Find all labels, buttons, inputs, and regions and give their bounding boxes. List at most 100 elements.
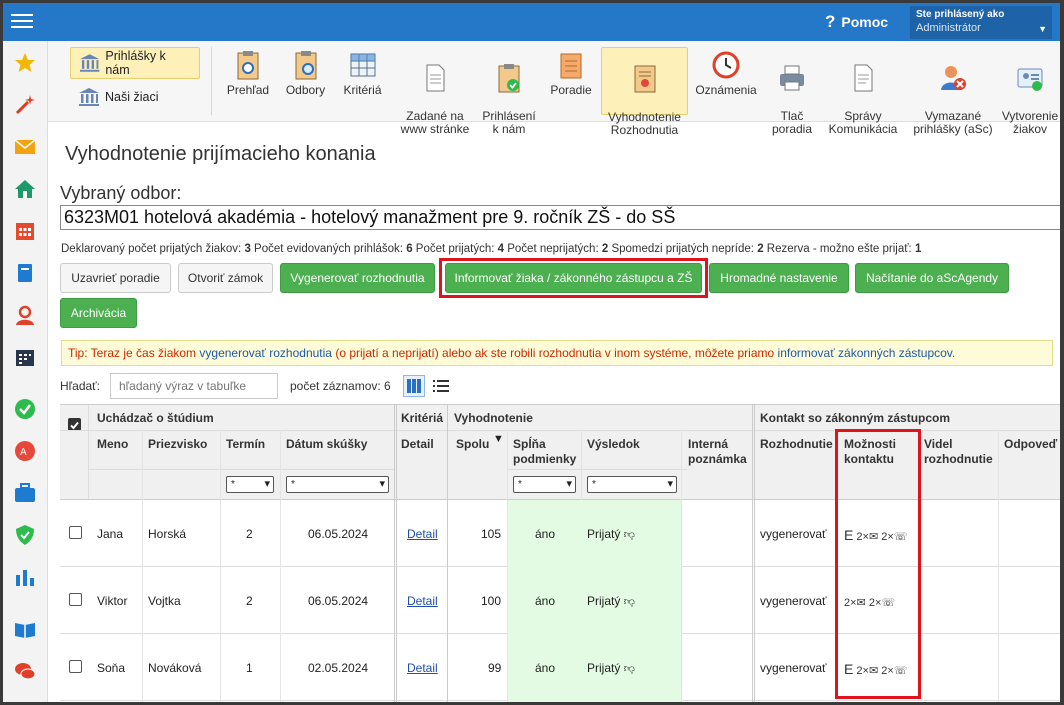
magic-wand-icon[interactable] [13, 93, 37, 117]
group-kriteria: Kritériá [401, 411, 444, 425]
columns-view-icon[interactable] [403, 375, 425, 397]
toolbar-oznamenia[interactable]: Oznámenia [692, 47, 760, 115]
envelope-icon: ✉ [868, 531, 879, 543]
mail-icon[interactable] [13, 135, 37, 159]
toolbar-prihlaseni-k-nam[interactable]: Prihlásení k nám [476, 47, 542, 136]
vygenerovat-rozhodnutia-button[interactable]: Vygenerovať rozhodnutia [280, 263, 435, 293]
sort-down-icon: ▼ [493, 433, 504, 445]
col-vysledok[interactable]: Výsledok [587, 437, 640, 451]
menu-icon[interactable] [11, 10, 33, 32]
phone-icon: ☏ [881, 597, 896, 609]
check-badge-icon[interactable] [13, 397, 37, 421]
clipboard-search-icon [295, 51, 316, 80]
results-table: Uchádzač o štúdium Kritériá Vyhodnotenie… [60, 404, 1060, 705]
email-e-icon: E [844, 527, 854, 543]
col-splna[interactable]: Spĺňa podmienky [513, 437, 576, 467]
letter-icon [854, 64, 873, 92]
toolbar-zadane-na-www[interactable]: Zadané na www stránke [395, 47, 475, 136]
nacitanie-ascagendy-button[interactable]: Načítanie do aScAgendy [855, 263, 1009, 293]
toolbar-tlac-poradia[interactable]: Tlač poradia [762, 47, 822, 136]
toolbar-nasi-ziaci[interactable]: Naši žiaci [70, 81, 200, 113]
envelope-icon: ✉ [868, 665, 879, 677]
col-spolu[interactable]: Spolu [456, 437, 489, 451]
search-label: Hľadať: [60, 379, 101, 393]
envelope-icon: ✉ [856, 597, 866, 609]
toolbar-kriteria[interactable]: Kritériá [335, 47, 390, 115]
absence-icon[interactable]: A [13, 439, 37, 463]
filter-vysledok[interactable]: * [587, 476, 677, 493]
col-detail[interactable]: Detail [401, 437, 434, 451]
detail-link[interactable]: Detail [407, 527, 438, 541]
clipboard-check-icon [498, 64, 520, 93]
open-book-icon[interactable] [13, 617, 37, 641]
user-icon[interactable] [13, 303, 37, 327]
col-datum[interactable]: Dátum skúšky [286, 437, 367, 451]
calendar-icon[interactable] [13, 219, 37, 243]
toolbar-spravy-komunikacia[interactable]: Správy Komunikácia [824, 47, 902, 136]
clock-icon [712, 51, 740, 79]
shield-icon[interactable] [13, 523, 37, 547]
toolbar-poradie[interactable]: Poradie [545, 47, 597, 115]
contact-options[interactable]: E 2×✉ 2×☏ [844, 527, 908, 543]
briefcase-icon[interactable] [13, 481, 37, 505]
user-card-icon [1017, 68, 1043, 91]
thumb-icon: 👎︎ [623, 529, 635, 541]
detail-link[interactable]: Detail [407, 661, 438, 675]
row-checkbox[interactable] [69, 660, 82, 673]
detail-link[interactable]: Detail [407, 594, 438, 608]
filter-datum[interactable]: * [286, 476, 389, 493]
col-priezvisko[interactable]: Priezvisko [148, 437, 207, 451]
col-termin[interactable]: Termín [226, 437, 265, 451]
filter-termin[interactable]: * [226, 476, 274, 493]
uzavriet-poradie-button[interactable]: Uzavrieť poradie [60, 263, 171, 293]
toolbar-vytvorenie-ziakov[interactable]: Vytvorenie žiakov [1000, 47, 1060, 136]
tip-bar: Tip: Teraz je čas žiakom vygenerovať roz… [61, 340, 1053, 366]
schedule-icon[interactable] [13, 345, 37, 369]
otvorit-zamok-button[interactable]: Otvoriť zámok [178, 263, 273, 293]
notepad-icon [560, 53, 582, 79]
tip-link-informovat[interactable]: informovať zákonných zástupcov [778, 346, 952, 360]
printer-icon [780, 65, 804, 91]
contact-options[interactable]: E 2×✉ 2×☏ [844, 661, 908, 677]
phone-icon: ☏ [893, 665, 908, 677]
row-checkbox[interactable] [69, 593, 82, 606]
tip-link-vygenerovat[interactable]: vygenerovať rozhodnutia [199, 346, 332, 360]
col-meno[interactable]: Meno [97, 437, 128, 451]
toolbar-prehlad[interactable]: Prehľad [218, 47, 278, 115]
list-view-icon[interactable] [433, 378, 449, 394]
row-checkbox[interactable] [69, 526, 82, 539]
star-icon[interactable] [13, 51, 37, 75]
certificate-icon [634, 65, 655, 93]
archivacia-button[interactable]: Archivácia [60, 298, 137, 328]
contact-options[interactable]: 2×✉ 2×☏ [844, 596, 895, 609]
user-menu[interactable]: Ste prihlásený ako Administrátor ▼ [910, 6, 1052, 39]
bar-chart-icon[interactable] [13, 565, 37, 589]
document-icon [426, 64, 445, 92]
book-icon[interactable] [13, 261, 37, 285]
clipboard-eye-icon [237, 51, 259, 80]
odbor-select[interactable]: 6323M01 hotelová akadémia - hotelový man… [60, 205, 1064, 230]
record-count: počet záznamov: 6 [290, 379, 391, 393]
toolbar-prihlasky-k-nam[interactable]: Prihlášky k nám [70, 47, 200, 79]
hromadne-nastavenie-button[interactable]: Hromadné nastavenie [709, 263, 849, 293]
filter-splna[interactable]: * [513, 476, 576, 493]
col-rozhodnutie[interactable]: Rozhodnutie [760, 437, 833, 451]
toolbar-vyhodnotenie-rozhodnutia[interactable]: Vyhodnotenie Rozhodnutia [601, 47, 688, 137]
col-interna[interactable]: Interná poznámka [688, 437, 747, 467]
help-button[interactable]: ? Pomoc [825, 12, 888, 32]
chat-icon[interactable] [13, 659, 37, 683]
thumb-icon: 👎︎ [623, 663, 635, 675]
toolbar-vymazane-prihlasky[interactable]: Vymazané prihlášky (aSc) [908, 47, 998, 136]
search-input[interactable] [110, 373, 278, 399]
home-icon[interactable] [13, 177, 37, 201]
page-title: Vyhodnotenie prijímacieho konania [65, 143, 376, 165]
col-moznosti[interactable]: Možnosti kontaktu [844, 437, 896, 467]
col-odpoved[interactable]: Odpoveď [1004, 437, 1057, 451]
toolbar-odbory[interactable]: Odbory [278, 47, 333, 115]
phone-icon: ☏ [893, 531, 908, 543]
thumb-icon: 👎︎ [623, 596, 635, 608]
informovat-ziaka-button[interactable]: Informovať žiaka / zákonného zástupcu a … [445, 263, 702, 293]
bank-icon [79, 88, 99, 106]
col-videl[interactable]: Videl rozhodnutie [924, 437, 993, 467]
module-toolbar: Prihlášky k nám Naši žiaci Prehľad Odbor… [48, 41, 1060, 137]
